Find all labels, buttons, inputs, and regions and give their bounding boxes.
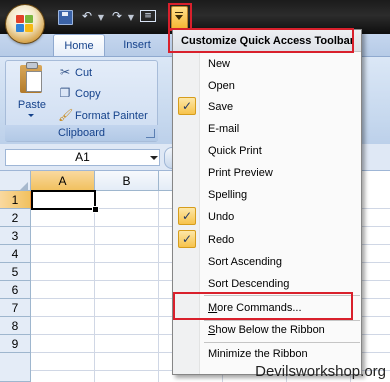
menu-item-email[interactable]: E-mail: [208, 119, 239, 139]
menu-item-open[interactable]: Open: [208, 76, 235, 96]
qat-save-icon[interactable]: [58, 10, 73, 25]
column-header-b[interactable]: B: [95, 171, 159, 191]
watermark: Devilsworkshop.org: [255, 363, 386, 380]
menu-title: Customize Quick Access Toolbar: [173, 30, 361, 52]
menu-item-undo[interactable]: Undo: [208, 207, 234, 227]
menu-item-redo[interactable]: Redo: [208, 230, 234, 250]
column-header-a[interactable]: A: [31, 171, 95, 191]
menu-item-quick-print[interactable]: Quick Print: [208, 141, 262, 161]
menu-item-sort-descending[interactable]: Sort Descending: [208, 274, 289, 294]
redo-checked-icon: ✓: [178, 230, 196, 248]
row-header-6[interactable]: 6: [0, 281, 31, 299]
row-header-10-partial[interactable]: [0, 353, 31, 382]
menu-item-sort-ascending[interactable]: Sort Ascending: [208, 252, 282, 272]
office-logo-icon: [16, 15, 34, 33]
qat-form-icon[interactable]: ≡: [140, 10, 156, 22]
name-box-dropdown-icon[interactable]: [150, 156, 158, 160]
menu-item-spelling[interactable]: Spelling: [208, 185, 247, 205]
qat-redo-dropdown-icon[interactable]: ▼: [124, 11, 138, 25]
office-button[interactable]: [6, 5, 44, 43]
undo-checked-icon: ✓: [178, 207, 196, 225]
qat-redo-icon[interactable]: ↷: [110, 9, 124, 23]
clipboard-dialog-launcher-icon[interactable]: [146, 129, 155, 138]
menu-item-save[interactable]: Save: [208, 97, 233, 117]
row-header-8[interactable]: 8: [0, 317, 31, 335]
row-header-9[interactable]: 9: [0, 335, 31, 353]
qat-undo-dropdown-icon[interactable]: ▼: [94, 11, 108, 25]
cut-label: Cut: [75, 67, 93, 79]
paste-button[interactable]: Paste: [14, 99, 50, 111]
menu-item-print-preview[interactable]: Print Preview: [208, 163, 273, 183]
row-header-7[interactable]: 7: [0, 299, 31, 317]
row-header-5[interactable]: 5: [0, 263, 31, 281]
menu-item-more-commands[interactable]: More Commands...: [208, 298, 302, 318]
scissors-icon: ✂: [59, 65, 71, 79]
menu-item-show-below-ribbon[interactable]: Show Below the Ribbon: [208, 320, 325, 340]
tab-insert[interactable]: Insert: [112, 34, 162, 56]
paste-icon[interactable]: [20, 62, 42, 93]
tab-home[interactable]: Home: [53, 34, 105, 56]
select-all-triangle-icon: [20, 182, 28, 190]
copy-icon: ❐: [59, 86, 71, 100]
row-header-3[interactable]: 3: [0, 227, 31, 245]
paste-dropdown-icon[interactable]: [28, 114, 34, 117]
copy-label: Copy: [75, 88, 101, 100]
paintbrush-icon: 🖌: [58, 108, 74, 122]
fill-handle[interactable]: [92, 206, 99, 213]
menu-separator: [204, 342, 360, 343]
qat-undo-icon[interactable]: ↶: [80, 9, 94, 23]
format-painter-label: Format Painter: [75, 110, 148, 122]
row-header-2[interactable]: 2: [0, 209, 31, 227]
row-header-1[interactable]: 1: [0, 191, 31, 209]
name-box[interactable]: A1: [5, 149, 160, 166]
clipboard-group-label: Clipboard: [5, 125, 158, 141]
cut-button[interactable]: ✂ Cut: [58, 63, 92, 81]
menu-separator: [204, 295, 360, 296]
row-header-4[interactable]: 4: [0, 245, 31, 263]
menu-item-new[interactable]: New: [208, 54, 230, 74]
copy-button[interactable]: ❐ Copy: [58, 84, 101, 102]
save-checked-icon: ✓: [178, 97, 196, 115]
menu-item-minimize-ribbon[interactable]: Minimize the Ribbon: [208, 344, 308, 364]
format-painter-button[interactable]: 🖌 Format Painter: [58, 106, 148, 124]
customize-qat-dropdown-button[interactable]: [171, 6, 188, 30]
active-cell-a1[interactable]: [31, 190, 96, 210]
